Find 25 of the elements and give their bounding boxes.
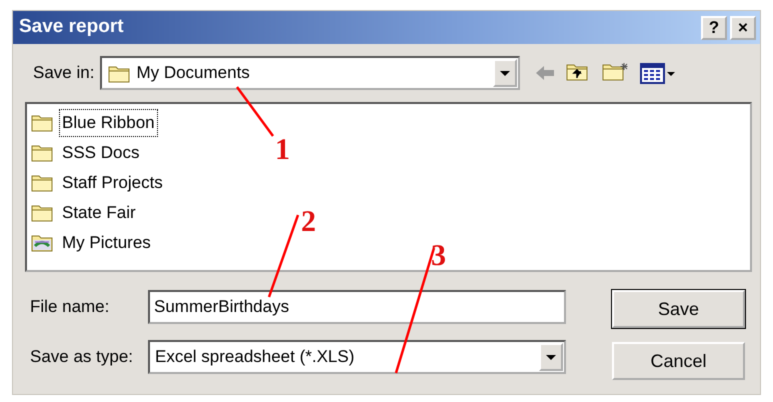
file-type-dropdown[interactable]: Excel spreadsheet (*.XLS) bbox=[148, 340, 566, 374]
close-button[interactable]: × bbox=[730, 16, 756, 40]
help-button[interactable]: ? bbox=[701, 16, 727, 40]
folder-item[interactable]: SSS Docs bbox=[59, 139, 142, 167]
callout-line bbox=[236, 86, 274, 137]
folder-item[interactable]: State Fair bbox=[59, 199, 139, 227]
dropdown-arrow-icon bbox=[546, 354, 556, 360]
window-title: Save report bbox=[19, 15, 125, 40]
save-button[interactable]: Save bbox=[612, 290, 745, 328]
cancel-button[interactable]: Cancel bbox=[612, 342, 745, 380]
view-menu-icon[interactable] bbox=[640, 62, 676, 84]
callout-number: 3 bbox=[431, 239, 446, 272]
file-type-value: Excel spreadsheet (*.XLS) bbox=[155, 346, 356, 368]
file-name-field[interactable]: SummerBirthdays bbox=[148, 290, 566, 324]
folder-item[interactable]: My Pictures bbox=[59, 229, 154, 257]
save-in-label: Save in: bbox=[33, 62, 94, 84]
location-value: My Documents bbox=[136, 62, 251, 84]
location-dropdown[interactable]: My Documents bbox=[100, 56, 520, 90]
dropdown-arrow-icon bbox=[500, 70, 510, 76]
callout-number: 2 bbox=[301, 205, 316, 238]
file-name-label: File name: bbox=[29, 296, 110, 318]
save-as-type-label: Save as type: bbox=[29, 346, 134, 368]
folder-item[interactable]: Staff Projects bbox=[59, 169, 166, 197]
callout-number: 1 bbox=[275, 133, 290, 166]
folder-item[interactable]: Blue Ribbon bbox=[59, 109, 158, 137]
